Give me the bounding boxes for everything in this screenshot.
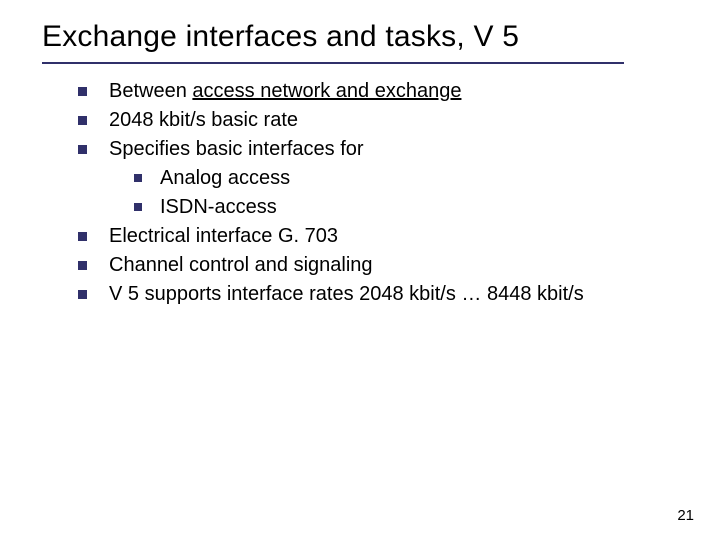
bullet-item: 2048 kbit/s basic rate	[78, 107, 678, 134]
bullet-marker-icon	[78, 116, 87, 125]
bullet-marker-icon	[134, 203, 142, 211]
slide-title: Exchange interfaces and tasks, V 5	[42, 20, 519, 54]
bullet-text: Specifies basic interfaces for	[109, 136, 678, 163]
bullet-item: Channel control and signaling	[78, 252, 678, 279]
bullet-text: Between access network and exchange	[109, 78, 678, 105]
bullet-item: Specifies basic interfaces for	[78, 136, 678, 163]
bullet-marker-icon	[78, 232, 87, 241]
bullet-marker-icon	[78, 290, 87, 299]
bullet-text-prefix: Between	[109, 80, 192, 102]
bullet-item: Electrical interface G. 703	[78, 223, 678, 250]
bullet-marker-icon	[78, 145, 87, 154]
bullet-item: V 5 supports interface rates 2048 kbit/s…	[78, 281, 678, 308]
sub-bullet-text: Analog access	[160, 165, 678, 192]
title-underline	[42, 62, 624, 64]
bullet-text-underline: access network and exchange	[192, 80, 461, 102]
sub-bullet-item: Analog access	[134, 165, 678, 192]
bullet-item: Between access network and exchange	[78, 78, 678, 105]
bullet-text: V 5 supports interface rates 2048 kbit/s…	[109, 281, 678, 308]
bullet-marker-icon	[134, 174, 142, 182]
bullet-marker-icon	[78, 261, 87, 270]
slide: Exchange interfaces and tasks, V 5 Betwe…	[0, 0, 720, 540]
bullet-marker-icon	[78, 87, 87, 96]
bullet-text: Channel control and signaling	[109, 252, 678, 279]
bullet-text: Electrical interface G. 703	[109, 223, 678, 250]
page-number: 21	[677, 507, 694, 524]
bullet-text: 2048 kbit/s basic rate	[109, 107, 678, 134]
sub-bullet-item: ISDN-access	[134, 194, 678, 221]
slide-content: Between access network and exchange 2048…	[78, 78, 678, 310]
sub-bullet-text: ISDN-access	[160, 194, 678, 221]
